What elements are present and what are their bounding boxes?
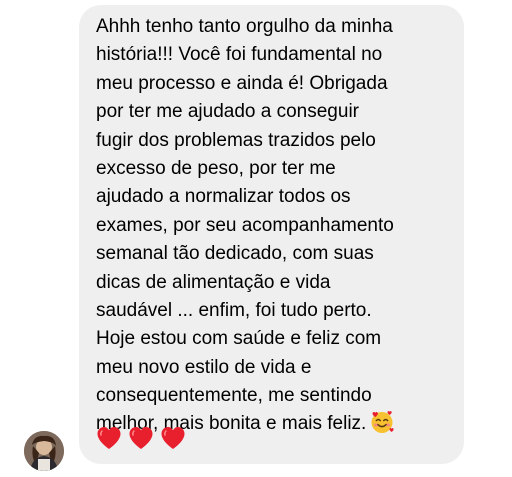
heart-emoji-row	[96, 426, 192, 452]
message-line: Ahhh tenho tanto orgulho da minha	[96, 16, 393, 37]
red-heart-icon	[128, 426, 154, 450]
message-line: consequentemente, me sentindo	[96, 385, 372, 407]
message-line: meu processo e ainda é! Obrigada	[96, 72, 388, 94]
avatar-photo	[24, 431, 64, 471]
message-line: semanal tão dedicado, com suas	[96, 243, 374, 265]
message-line: Hoje estou com saúde e feliz com	[96, 328, 382, 350]
message-line: saudável ... enfim, foi tudo perto.	[96, 299, 372, 321]
message-bubble[interactable]: Ahhh tenho tanto orgulho da minha histór…	[79, 5, 464, 464]
message-text: Ahhh tenho tanto orgulho da minha histór…	[96, 13, 452, 439]
message-line: ajudado a normalizar todos os	[96, 186, 351, 208]
message-line: excesso de peso, por ter me	[96, 157, 336, 179]
message-line: história!!! Você foi fundamental no	[96, 44, 383, 66]
message-line: por ter me ajudado a conseguir	[96, 101, 359, 123]
smiling-face-with-hearts-icon	[370, 410, 394, 434]
message-line: meu novo estilo de vida e	[96, 356, 312, 378]
message-line: dicas de alimentação e vida	[96, 271, 331, 293]
message-line: exames, por seu acompanhamento	[96, 214, 394, 236]
message-line: fugir dos problemas trazidos pelo	[96, 129, 376, 151]
sender-avatar[interactable]	[24, 431, 64, 471]
red-heart-icon	[160, 426, 186, 450]
red-heart-icon	[96, 426, 122, 450]
